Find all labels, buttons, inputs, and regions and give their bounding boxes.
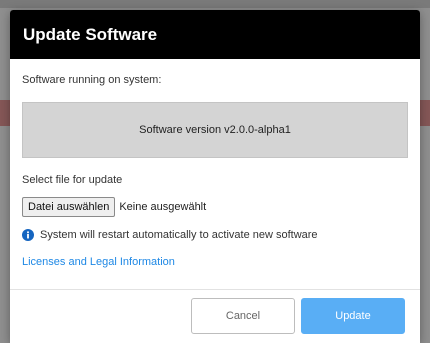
software-version-text: Software version v2.0.0-alpha1 — [139, 124, 291, 136]
backdrop — [0, 0, 430, 8]
select-file-label: Select file for update — [22, 174, 123, 186]
update-button[interactable]: Update — [301, 298, 405, 334]
restart-info: System will restart automatically to act… — [22, 229, 408, 241]
restart-info-text: System will restart automatically to act… — [40, 229, 318, 241]
software-version-box: Software version v2.0.0-alpha1 — [22, 102, 408, 158]
file-status-text: Keine ausgewählt — [119, 201, 207, 213]
running-software-label: Software running on system: — [22, 74, 162, 86]
dialog-body: Software running on system: Software ver… — [10, 59, 420, 268]
dialog-header: Update Software — [10, 10, 420, 59]
licenses-legal-link[interactable]: Licenses and Legal Information — [22, 256, 408, 268]
info-circle-icon — [22, 229, 34, 241]
file-input[interactable]: Datei auswählen Keine ausgewählt — [22, 197, 408, 217]
footer-divider — [10, 289, 420, 290]
dialog-title: Update Software — [23, 24, 158, 44]
choose-file-button[interactable]: Datei auswählen — [22, 197, 116, 217]
update-software-dialog: Update Software Software running on syst… — [10, 10, 420, 343]
cancel-button[interactable]: Cancel — [191, 298, 295, 334]
